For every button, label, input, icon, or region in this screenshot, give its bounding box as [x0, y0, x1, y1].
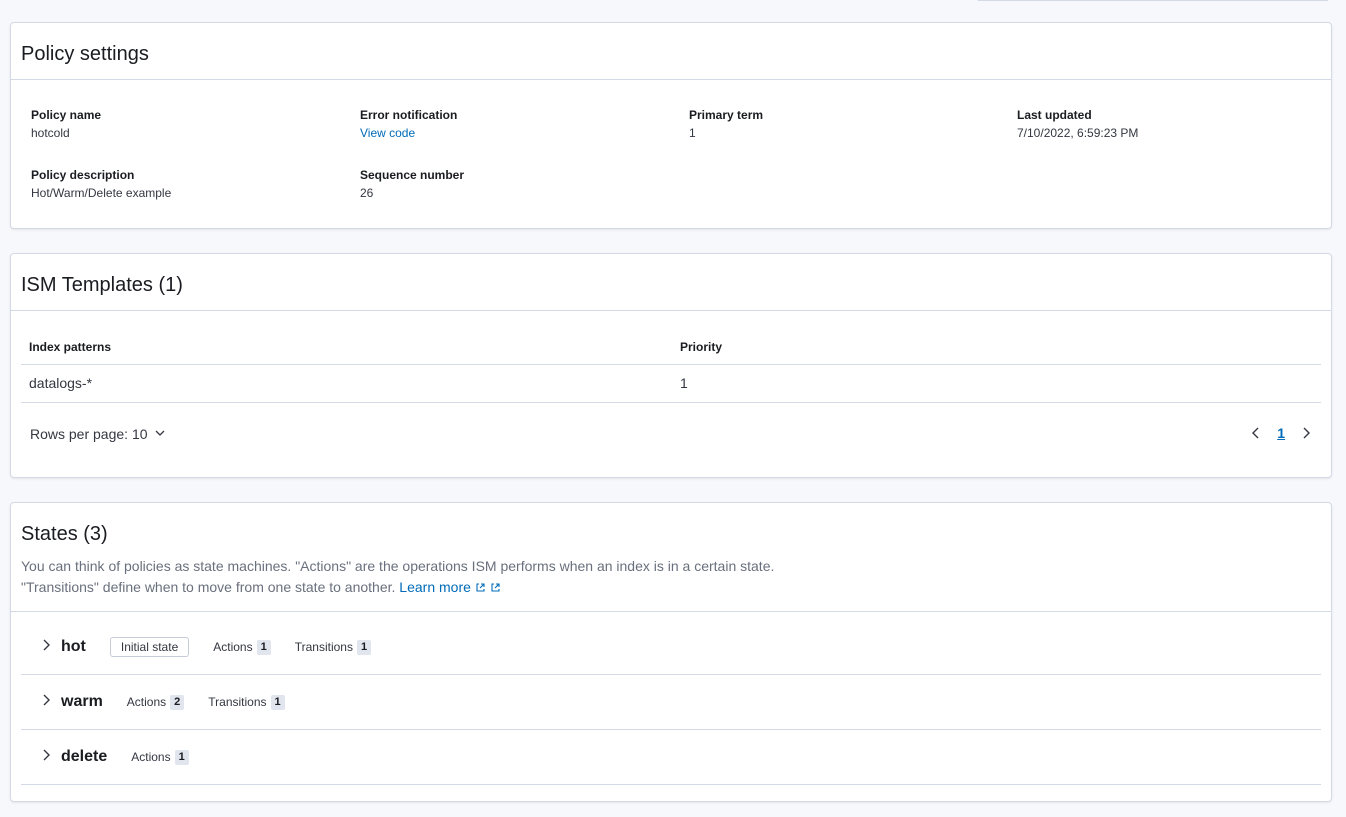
- sequence-number-label: Sequence number: [360, 168, 465, 182]
- actions-count-badge: 2: [170, 694, 185, 710]
- chevron-right-icon[interactable]: [41, 748, 51, 767]
- description-line-1: You can think of policies as state machi…: [21, 558, 775, 574]
- actions-label: Actions: [213, 640, 253, 654]
- transitions-label: Transitions: [294, 640, 353, 654]
- description-line-2-text: "Transitions" define when to move from o…: [21, 579, 396, 595]
- external-link-icon: [490, 579, 501, 595]
- transitions-count-badge: 1: [356, 639, 372, 655]
- transitions-count: Transitions 1: [208, 694, 285, 710]
- state-row-content: delete Actions 1: [41, 730, 189, 784]
- last-updated-value: 7/10/2022, 6:59:23 PM: [1017, 126, 1139, 140]
- error-notification-label: Error notification: [360, 108, 458, 122]
- divider: [11, 310, 1331, 311]
- external-link-icon: [475, 579, 490, 595]
- ism-templates-panel: ISM Templates (1) Index patterns Priorit…: [10, 253, 1332, 478]
- states-panel: States (3) You can think of policies as …: [10, 502, 1332, 802]
- index-pattern-cell: datalogs-*: [29, 375, 93, 391]
- policy-settings-title: Policy settings: [21, 43, 149, 65]
- chevron-right-icon[interactable]: [41, 638, 51, 657]
- rows-per-page-button[interactable]: Rows per page: 10: [30, 426, 166, 442]
- actions-count: Actions 2: [126, 694, 185, 710]
- state-row-content: hot Initial state Actions 1 Transitions …: [41, 620, 372, 674]
- state-row-delete[interactable]: delete Actions 1: [21, 730, 1321, 785]
- state-name: hot: [61, 638, 86, 655]
- state-name: delete: [61, 748, 108, 765]
- pagination: 1: [1249, 425, 1313, 441]
- page-1-button[interactable]: 1: [1277, 425, 1285, 441]
- divider: [11, 611, 1331, 612]
- actions-label: Actions: [131, 750, 171, 764]
- states-description: You can think of policies as state machi…: [21, 556, 774, 598]
- policy-name-field: Policy name hotcold: [31, 106, 101, 142]
- state-row-content: warm Actions 2 Transitions 1: [41, 675, 285, 729]
- last-updated-label: Last updated: [1017, 108, 1092, 122]
- learn-more-link[interactable]: Learn more: [399, 579, 500, 595]
- chevron-right-icon[interactable]: [1299, 425, 1313, 441]
- policy-name-value: hotcold: [31, 126, 70, 140]
- sequence-number-value: 26: [360, 186, 374, 200]
- top-divider: [978, 0, 1328, 1]
- transitions-count: Transitions 1: [294, 639, 372, 655]
- primary-term-field: Primary term 1: [689, 106, 763, 142]
- description-line-2: "Transitions" define when to move from o…: [21, 577, 774, 598]
- policy-description-value: Hot/Warm/Delete example: [31, 186, 172, 200]
- chevron-left-icon[interactable]: [1249, 425, 1263, 441]
- state-row-hot[interactable]: hot Initial state Actions 1 Transitions …: [21, 620, 1321, 675]
- actions-label: Actions: [126, 695, 167, 709]
- actions-count: Actions 1: [213, 639, 271, 655]
- policy-name-label: Policy name: [31, 108, 102, 122]
- ism-templates-title: ISM Templates (1): [21, 274, 183, 296]
- state-row-warm[interactable]: warm Actions 2 Transitions 1: [21, 675, 1321, 730]
- actions-count-badge: 1: [256, 639, 271, 655]
- actions-count-badge: 1: [174, 749, 189, 765]
- divider: [11, 79, 1331, 80]
- row-divider: [21, 784, 1321, 785]
- primary-term-value: 1: [689, 126, 696, 140]
- policy-description-label: Policy description: [31, 168, 135, 182]
- actions-count: Actions 1: [131, 749, 189, 765]
- rows-per-page-label: Rows per page: 10: [30, 426, 148, 442]
- initial-state-badge: Initial state: [109, 637, 190, 657]
- sequence-number-field: Sequence number 26: [360, 166, 464, 202]
- transitions-count-badge: 1: [270, 694, 285, 710]
- state-name: warm: [61, 693, 103, 710]
- column-header-index-patterns[interactable]: Index patterns: [29, 340, 111, 354]
- chevron-right-icon[interactable]: [41, 693, 51, 712]
- table-row-divider: [21, 402, 1321, 403]
- chevron-down-icon: [154, 426, 166, 442]
- policy-settings-panel: Policy settings Policy name hotcold Erro…: [10, 22, 1332, 229]
- transitions-label: Transitions: [208, 695, 267, 709]
- last-updated-field: Last updated 7/10/2022, 6:59:23 PM: [1017, 106, 1138, 142]
- policy-description-field: Policy description Hot/Warm/Delete examp…: [31, 166, 171, 202]
- error-notification-field: Error notification View code: [360, 106, 457, 142]
- learn-more-label: Learn more: [399, 579, 471, 595]
- primary-term-label: Primary term: [689, 108, 764, 122]
- view-code-link[interactable]: View code: [360, 124, 457, 142]
- table-header-divider: [21, 364, 1321, 365]
- states-title: States (3): [21, 523, 108, 545]
- column-header-priority[interactable]: Priority: [680, 340, 722, 354]
- priority-cell: 1: [680, 375, 688, 391]
